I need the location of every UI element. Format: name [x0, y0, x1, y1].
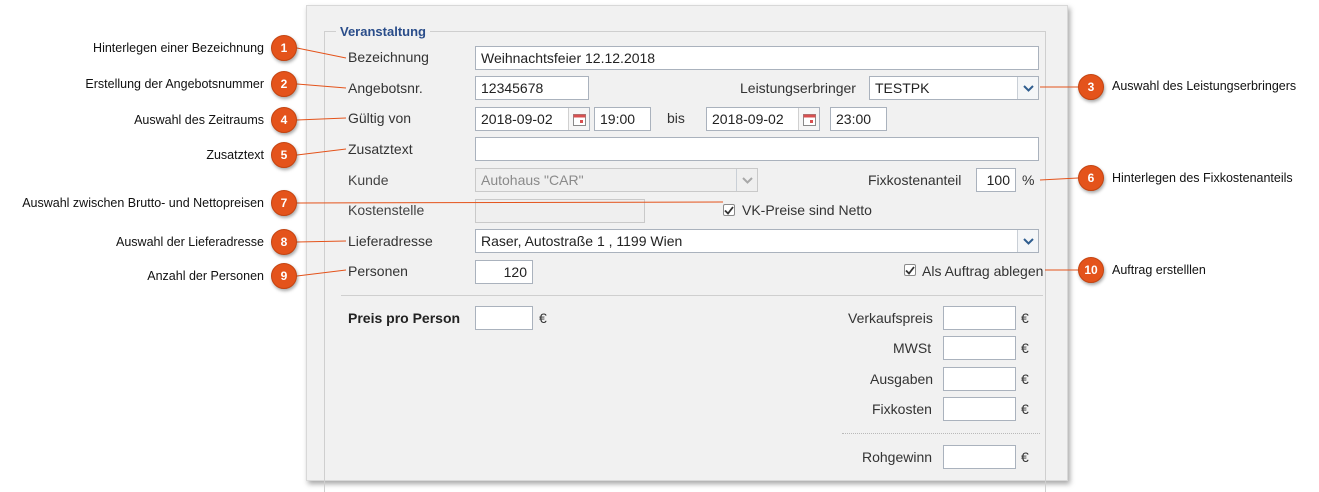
checkmark-icon [724, 205, 734, 215]
callout-text: Auswahl zwischen Brutto- und Nettopreise… [22, 196, 264, 210]
from-time-input[interactable]: 19:00 [594, 107, 651, 131]
ausgaben-input[interactable] [943, 367, 1016, 391]
bezeichnung-input[interactable]: Weihnachtsfeier 12.12.2018 [475, 46, 1039, 70]
fieldset-border [324, 31, 1046, 492]
callout-text: Anzahl der Personen [147, 269, 264, 283]
from-date-value: 2018-09-02 [481, 111, 553, 127]
kostenstelle-input [475, 199, 645, 223]
vk-netto-label[interactable]: VK-Preise sind Netto [742, 202, 872, 218]
personen-input[interactable]: 120 [475, 260, 533, 284]
rohgewinn-input[interactable] [943, 445, 1016, 469]
callout-text: Hinterlegen des Fixkostenanteils [1112, 171, 1293, 185]
callout-badge: 7 [271, 190, 297, 216]
gueltig-label: Gültig von [348, 110, 412, 126]
personen-label: Personen [348, 263, 408, 279]
leistungserbringer-select[interactable]: TESTPK [869, 76, 1039, 100]
lieferadresse-select[interactable]: Raser, Autostraße 1 , 1199 Wien [475, 229, 1039, 253]
callout-badge: 9 [271, 263, 297, 289]
angebotsnr-label: Angebotsnr. [348, 80, 423, 96]
fixkosten-label: Fixkosten [872, 401, 932, 417]
to-date-value: 2018-09-02 [712, 111, 784, 127]
vk-netto-checkbox[interactable] [723, 204, 735, 216]
euro-label: € [1021, 340, 1029, 356]
callout-text: Auswahl des Zeitraums [134, 113, 264, 127]
callout-text: Erstellung der Angebotsnummer [85, 77, 264, 91]
chevron-down-icon [736, 169, 757, 191]
callout-badge: 3 [1078, 74, 1104, 100]
kunde-select: Autohaus "CAR" [475, 168, 758, 192]
to-time-input[interactable]: 23:00 [830, 107, 887, 131]
zusatztext-label: Zusatztext [348, 141, 413, 157]
chevron-down-icon[interactable] [1017, 77, 1038, 99]
callout-badge: 1 [271, 35, 297, 61]
callout-badge: 10 [1078, 257, 1104, 283]
angebotsnr-input[interactable]: 12345678 [475, 76, 589, 100]
callout-badge: 6 [1078, 165, 1104, 191]
to-date-input[interactable]: 2018-09-02 [706, 107, 820, 131]
calendar-icon[interactable] [798, 108, 819, 130]
preis-pro-person-input[interactable] [475, 306, 533, 330]
callout-badge: 2 [271, 71, 297, 97]
rohgewinn-label: Rohgewinn [862, 449, 933, 465]
lieferadresse-value: Raser, Autostraße 1 , 1199 Wien [481, 233, 683, 249]
fixkostenanteil-label: Fixkostenanteil [868, 172, 962, 188]
euro-label: € [1021, 310, 1029, 326]
kostenstelle-label: Kostenstelle [348, 202, 425, 218]
preis-pro-person-label: Preis pro Person [348, 310, 461, 326]
ausgaben-label: Ausgaben [870, 371, 934, 387]
mwst-label: MWSt [893, 340, 932, 356]
auftrag-checkbox[interactable] [904, 264, 916, 276]
kunde-label: Kunde [348, 172, 389, 188]
bezeichnung-label: Bezeichnung [348, 49, 429, 65]
callout-text: Auswahl des Leistungserbringers [1112, 79, 1297, 93]
callout-badge: 5 [271, 142, 297, 168]
verkaufspreis-label: Verkaufspreis [848, 310, 933, 326]
chevron-down-icon[interactable] [1017, 230, 1038, 252]
lieferadresse-label: Lieferadresse [348, 233, 433, 249]
kunde-value: Autohaus "CAR" [481, 172, 584, 188]
fixkosten-input[interactable] [943, 397, 1016, 421]
checkmark-icon [905, 265, 915, 275]
verkaufspreis-input[interactable] [943, 306, 1016, 330]
leistungserbringer-label: Leistungserbringer [740, 80, 856, 96]
zusatztext-input[interactable] [475, 137, 1039, 161]
callout-text: Auftrag erstelllen [1112, 263, 1206, 277]
euro-label: € [1021, 449, 1029, 465]
from-date-input[interactable]: 2018-09-02 [475, 107, 590, 131]
euro-label: € [539, 310, 547, 326]
callout-text: Hinterlegen einer Bezeichnung [93, 41, 264, 55]
callout-badge: 4 [271, 107, 297, 133]
fieldset-legend: Veranstaltung [336, 24, 430, 39]
fixkostenanteil-input[interactable]: 100 [976, 168, 1016, 192]
leistungserbringer-value: TESTPK [875, 80, 930, 96]
callout-badge: 8 [271, 229, 297, 255]
euro-label: € [1021, 401, 1029, 417]
euro-label: € [1021, 371, 1029, 387]
dotted-separator [842, 433, 1040, 434]
auftrag-label[interactable]: Als Auftrag ablegen [922, 263, 1043, 279]
bis-label: bis [667, 110, 685, 126]
callout-text: Zusatztext [206, 148, 264, 162]
percent-label: % [1022, 172, 1035, 188]
callout-text: Auswahl der Lieferadresse [116, 235, 264, 249]
separator [341, 295, 1043, 296]
mwst-input[interactable] [943, 336, 1016, 360]
calendar-icon[interactable] [568, 108, 589, 130]
